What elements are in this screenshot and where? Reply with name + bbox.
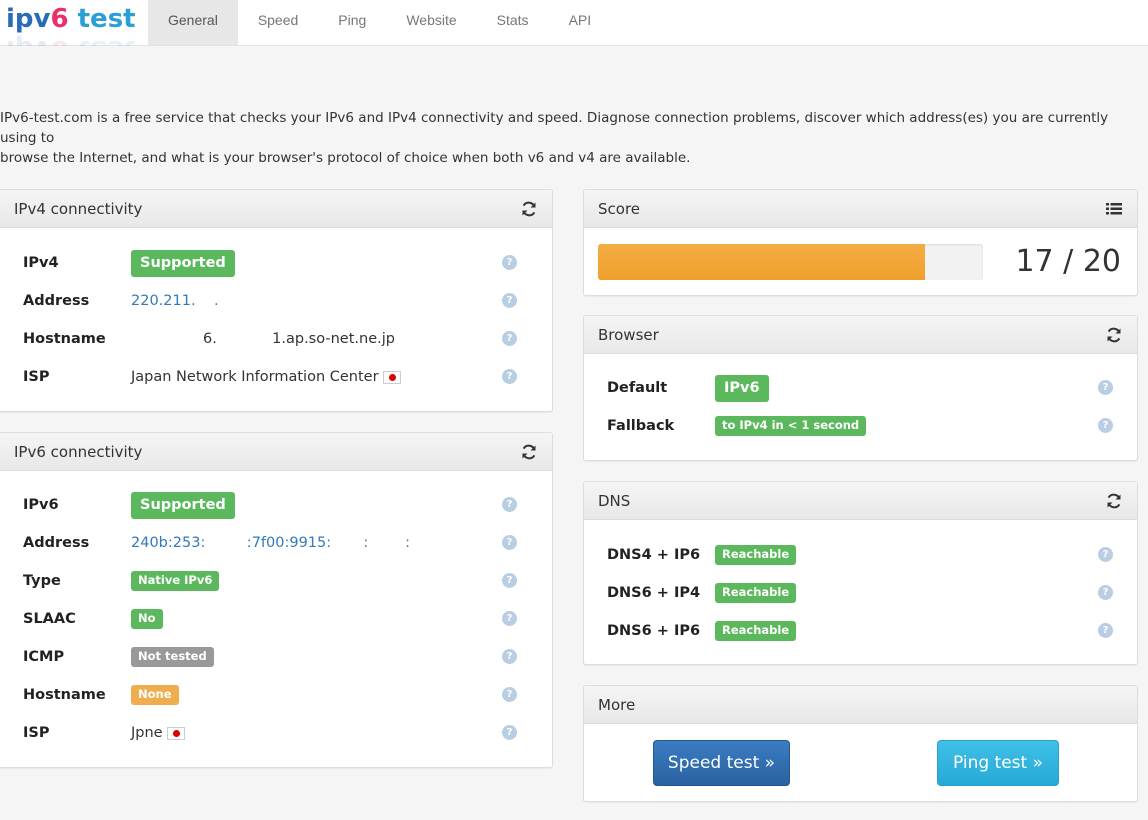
tab-general[interactable]: General xyxy=(148,0,238,45)
nav-tabs: General Speed Ping Website Stats API xyxy=(148,0,611,45)
ipv4-panel-heading: IPv4 connectivity xyxy=(0,190,552,228)
intro-text: IPv6-test.com is a free service that che… xyxy=(0,110,1109,166)
refresh-icon[interactable] xyxy=(1105,492,1123,510)
status-badge: Supported xyxy=(131,250,235,277)
japan-flag-icon xyxy=(382,370,401,384)
tab-speed[interactable]: Speed xyxy=(238,0,318,45)
ipv6-row-address: Address 240b:253: :7f00:9915: : : ? xyxy=(23,530,523,556)
ipv4-panel-title: IPv4 connectivity xyxy=(14,200,143,218)
tab-website[interactable]: Website xyxy=(386,0,476,45)
more-panel: More Speed test » Ping test » xyxy=(583,685,1138,802)
ipv4-panel: IPv4 connectivity IPv4 Supported ? Addre… xyxy=(0,189,553,412)
score-value: 17 / 20 xyxy=(1015,244,1121,279)
help-icon[interactable]: ? xyxy=(502,611,517,626)
help-icon[interactable]: ? xyxy=(502,369,517,384)
browser-row-default: Default IPv6 ? xyxy=(607,375,1113,402)
help-icon[interactable]: ? xyxy=(1098,623,1113,638)
help-icon[interactable]: ? xyxy=(502,331,517,346)
ipv6-panel: IPv6 connectivity IPv6 Supported ? Addre… xyxy=(0,432,553,768)
ipv6-row-slaac: SLAAC No ? xyxy=(23,606,523,632)
list-icon[interactable] xyxy=(1105,200,1123,218)
dns-panel-heading: DNS xyxy=(584,482,1137,520)
help-icon[interactable]: ? xyxy=(502,687,517,702)
ipv6-row-type: Type Native IPv6 ? xyxy=(23,568,523,594)
tab-api[interactable]: API xyxy=(549,0,612,45)
browser-row-fallback: Fallback to IPv4 in < 1 second ? xyxy=(607,413,1113,439)
score-progress-fill xyxy=(598,244,926,280)
status-badge: No xyxy=(131,609,163,629)
score-panel-heading: Score xyxy=(584,190,1137,228)
ipv6-panel-title: IPv6 connectivity xyxy=(14,443,143,461)
ipv4-row-hostname: Hostname 6. 1.ap.so-net.ne.jp ? xyxy=(23,326,523,352)
ipv6-row-isp: ISP Jpne ? xyxy=(23,720,523,746)
refresh-icon[interactable] xyxy=(1105,326,1123,344)
status-badge: Reachable xyxy=(715,545,797,565)
browser-panel-title: Browser xyxy=(598,326,659,344)
ipv4-row-address: Address 220.211. . ? xyxy=(23,288,523,314)
refresh-icon[interactable] xyxy=(520,200,538,218)
tab-stats[interactable]: Stats xyxy=(477,0,549,45)
help-icon[interactable]: ? xyxy=(502,649,517,664)
ipv4-row-isp: ISP Japan Network Information Center ? xyxy=(23,364,523,390)
help-icon[interactable]: ? xyxy=(502,573,517,588)
dns-row-dns6-ip4: DNS6 + IP4 Reachable ? xyxy=(607,580,1113,606)
status-badge: None xyxy=(131,685,179,705)
refresh-icon[interactable] xyxy=(520,443,538,461)
score-panel-title: Score xyxy=(598,200,641,218)
dns-row-dns6-ip6: DNS6 + IP6 Reachable ? xyxy=(607,618,1113,644)
dns-panel-title: DNS xyxy=(598,492,631,510)
status-badge: IPv6 xyxy=(715,375,769,402)
status-badge: Native IPv6 xyxy=(131,571,220,591)
score-progress-bar xyxy=(598,244,983,280)
help-icon[interactable]: ? xyxy=(1098,418,1113,433)
more-panel-title: More xyxy=(598,696,636,714)
help-icon[interactable]: ? xyxy=(1098,380,1113,395)
status-badge: Supported xyxy=(131,492,235,519)
help-icon[interactable]: ? xyxy=(502,725,517,740)
help-icon[interactable]: ? xyxy=(1098,585,1113,600)
logo[interactable]: ipv6 test ipv6 test xyxy=(6,2,136,46)
more-panel-heading: More xyxy=(584,686,1137,724)
help-icon[interactable]: ? xyxy=(502,255,517,270)
status-badge: to IPv4 in < 1 second xyxy=(715,416,867,436)
ipv6-address-link[interactable]: 240b:253: :7f00:9915: : : xyxy=(131,530,410,556)
ipv6-row-supported: IPv6 Supported ? xyxy=(23,492,523,519)
ipv4-row-supported: IPv4 Supported ? xyxy=(23,250,523,277)
ipv6-row-icmp: ICMP Not tested ? xyxy=(23,644,523,670)
ping-test-button[interactable]: Ping test » xyxy=(937,740,1059,786)
status-badge: Reachable xyxy=(715,583,797,603)
browser-panel-heading: Browser xyxy=(584,316,1137,354)
tab-ping[interactable]: Ping xyxy=(318,0,386,45)
japan-flag-icon xyxy=(166,726,185,740)
ipv4-address-link[interactable]: 220.211. . xyxy=(131,288,219,314)
browser-panel: Browser Default IPv6 ? Fallback to IPv4 … xyxy=(583,315,1138,461)
status-badge: Not tested xyxy=(131,647,214,667)
navbar: ipv6 test ipv6 test General Speed Ping W… xyxy=(0,0,1148,46)
logo-reflection: ipv6 test xyxy=(6,32,136,46)
speed-test-button[interactable]: Speed test » xyxy=(653,740,790,786)
ipv6-row-hostname: Hostname None ? xyxy=(23,682,523,708)
dns-row-dns4-ip6: DNS4 + IP6 Reachable ? xyxy=(607,542,1113,568)
dns-panel: DNS DNS4 + IP6 Reachable ? DNS6 + IP4 Re… xyxy=(583,481,1138,665)
ipv6-panel-heading: IPv6 connectivity xyxy=(0,433,552,471)
help-icon[interactable]: ? xyxy=(502,497,517,512)
help-icon[interactable]: ? xyxy=(502,293,517,308)
help-icon[interactable]: ? xyxy=(1098,547,1113,562)
status-badge: Reachable xyxy=(715,621,797,641)
score-panel: Score 17 / 20 xyxy=(583,189,1138,296)
help-icon[interactable]: ? xyxy=(502,535,517,550)
